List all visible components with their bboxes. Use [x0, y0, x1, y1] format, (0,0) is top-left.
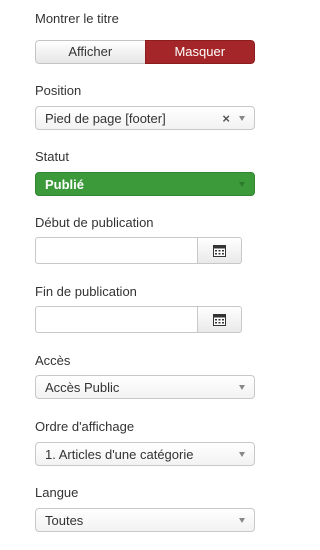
chevron-down-icon [239, 451, 245, 457]
publish-down-input[interactable] [35, 306, 198, 333]
ordering-value: 1. Articles d'une catégorie [45, 446, 194, 462]
access-select[interactable]: Accès Public [35, 375, 255, 399]
calendar-icon [213, 313, 226, 326]
show-title-afficher-button[interactable]: Afficher [35, 40, 145, 64]
position-value: Pied de page [footer] [45, 110, 166, 126]
show-title-label: Montrer le titre [35, 11, 119, 26]
close-icon[interactable]: × [222, 112, 230, 125]
language-label: Langue [35, 485, 79, 500]
status-value: Publié [45, 176, 85, 192]
publish-down-label: Fin de publication [35, 284, 137, 299]
publish-up-label: Début de publication [35, 215, 154, 230]
status-select[interactable]: Publié [35, 172, 255, 196]
language-select[interactable]: Toutes [35, 508, 255, 532]
chevron-down-icon [239, 115, 245, 121]
publish-up-input[interactable] [35, 237, 198, 264]
position-label: Position [35, 83, 82, 98]
calendar-icon [213, 244, 226, 257]
language-value: Toutes [45, 512, 84, 528]
ordering-select[interactable]: 1. Articles d'une catégorie [35, 442, 255, 466]
publish-down-calendar-button[interactable] [198, 306, 242, 333]
status-label: Statut [35, 149, 69, 164]
publish-up-field [35, 237, 242, 264]
ordering-label: Ordre d'affichage [35, 419, 135, 434]
publish-up-calendar-button[interactable] [198, 237, 242, 264]
chevron-down-icon [239, 181, 245, 187]
chevron-down-icon [239, 517, 245, 523]
show-title-toggle: Afficher Masquer [35, 40, 255, 64]
publish-down-field [35, 306, 242, 333]
chevron-down-icon [239, 384, 245, 390]
show-title-masquer-button[interactable]: Masquer [144, 40, 255, 64]
position-select[interactable]: Pied de page [footer] × [35, 106, 255, 130]
access-label: Accès [35, 353, 71, 368]
access-value: Accès Public [45, 379, 120, 395]
